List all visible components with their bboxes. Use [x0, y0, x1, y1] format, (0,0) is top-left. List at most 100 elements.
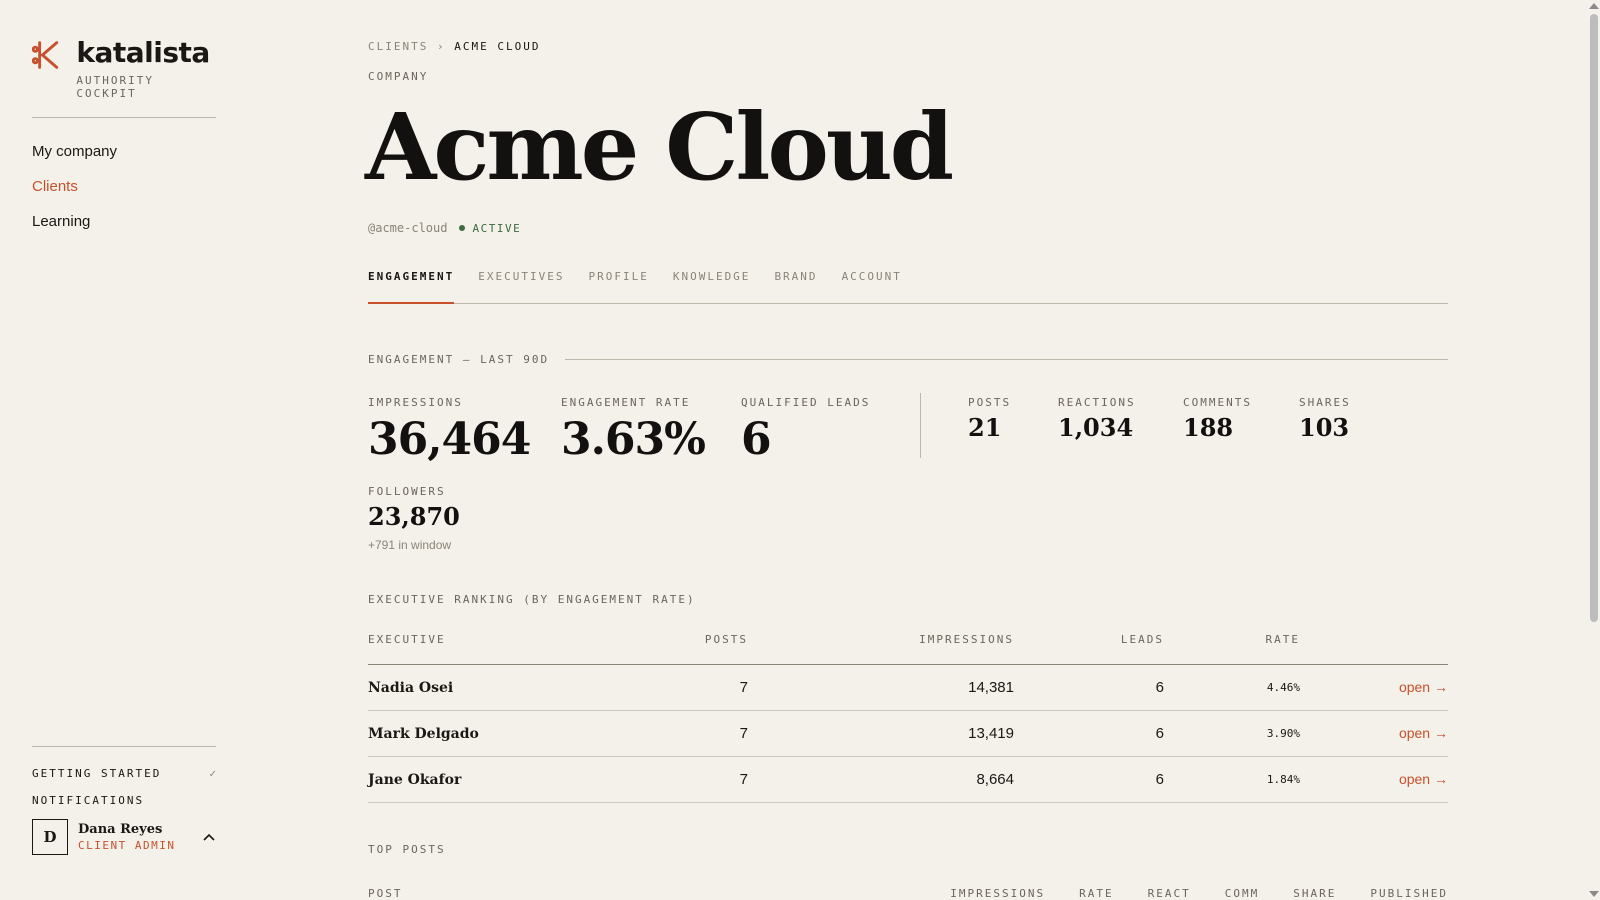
- column-header-rate[interactable]: RATE: [1164, 633, 1300, 646]
- avatar: D: [32, 819, 68, 855]
- tab-account[interactable]: ACCOUNT: [842, 270, 902, 304]
- stat-value: 36,464: [368, 414, 531, 465]
- brand-tagline: AUTHORITY COCKPIT: [76, 74, 154, 100]
- executive-ranking-table: EXECUTIVE POSTS IMPRESSIONS LEADS RATE N…: [368, 633, 1448, 803]
- sidebar: katalista AUTHORITY COCKPIT My company C…: [32, 0, 216, 900]
- tab-knowledge[interactable]: KNOWLEDGE: [673, 270, 751, 304]
- cell-rate: 3.90%: [1266, 727, 1300, 740]
- engagement-heading: ENGAGEMENT — LAST 90D: [368, 353, 550, 366]
- sidebar-nav: My company Clients Learning: [32, 142, 117, 247]
- company-eyebrow: COMPANY: [368, 70, 429, 83]
- scroll-down-icon[interactable]: [1589, 891, 1599, 897]
- stat-shares: SHARES 103: [1299, 396, 1351, 443]
- cell-impressions: 14,381: [968, 679, 1014, 696]
- column-header-posts[interactable]: POSTS: [628, 633, 748, 646]
- user-name: Dana Reyes: [78, 822, 163, 837]
- engagement-section-heading: ENGAGEMENT — LAST 90D: [368, 353, 1448, 366]
- sidebar-bottom: GETTING STARTED ✓ NOTIFICATIONS D Dana R…: [32, 746, 216, 855]
- stats-divider: [920, 393, 921, 458]
- ranking-heading: EXECUTIVE RANKING (BY ENGAGEMENT RATE): [368, 593, 696, 606]
- column-header-impressions[interactable]: IMPRESSIONS: [950, 887, 1045, 900]
- sidebar-bottom-divider: [32, 746, 216, 747]
- stat-label: IMPRESSIONS: [368, 396, 463, 409]
- column-header-post[interactable]: POST: [368, 887, 916, 900]
- scrollbar-thumb[interactable]: [1590, 14, 1598, 622]
- stat-followers: FOLLOWERS 23,870 +791 in window: [368, 485, 460, 552]
- company-handle: @acme-cloud: [368, 221, 448, 235]
- column-header-rate[interactable]: RATE: [1079, 887, 1114, 900]
- stat-label: FOLLOWERS: [368, 485, 446, 498]
- table-row[interactable]: Jane Okafor 7 8,664 6 1.84% open →: [368, 757, 1448, 803]
- tab-profile[interactable]: PROFILE: [588, 270, 648, 304]
- katalista-k-logo-icon: [32, 41, 59, 69]
- user-menu[interactable]: D Dana Reyes CLIENT ADMIN: [32, 819, 216, 855]
- top-posts-table-header: POST IMPRESSIONS RATE REACT COMM SHARE P…: [368, 887, 1448, 900]
- executive-name: Mark Delgado: [368, 725, 479, 742]
- stat-qualified-leads: QUALIFIED LEADS 6: [741, 396, 870, 465]
- breadcrumb: CLIENTS › ACME CLOUD: [368, 40, 540, 53]
- getting-started-label: GETTING STARTED: [32, 767, 162, 780]
- table-row[interactable]: Nadia Osei 7 14,381 6 4.46% open →: [368, 665, 1448, 711]
- brand-name: katalista: [76, 36, 210, 69]
- user-role: CLIENT ADMIN: [78, 839, 176, 852]
- executive-name: Jane Okafor: [368, 771, 462, 788]
- notifications-label: NOTIFICATIONS: [32, 794, 145, 807]
- stat-label: SHARES: [1299, 396, 1351, 409]
- stat-label: POSTS: [968, 396, 1012, 409]
- stat-impressions: IMPRESSIONS 36,464: [368, 396, 531, 465]
- scroll-up-icon[interactable]: [1589, 3, 1599, 9]
- stat-value: 23,870: [368, 502, 460, 531]
- tab-bar: ENGAGEMENT EXECUTIVES PROFILE KNOWLEDGE …: [368, 270, 1448, 304]
- table-header: EXECUTIVE POSTS IMPRESSIONS LEADS RATE: [368, 633, 1448, 665]
- open-link[interactable]: open →: [1399, 679, 1448, 695]
- stat-engagement-rate: ENGAGEMENT RATE 3.63%: [561, 396, 706, 465]
- cell-rate: 4.46%: [1266, 681, 1300, 694]
- stat-comments: COMMENTS 188: [1183, 396, 1252, 443]
- cell-rate: 1.84%: [1266, 773, 1300, 786]
- tab-executives[interactable]: EXECUTIVES: [478, 270, 564, 304]
- cell-posts: 7: [739, 725, 748, 742]
- tab-engagement[interactable]: ENGAGEMENT: [368, 270, 455, 304]
- ranking-section-heading: EXECUTIVE RANKING (BY ENGAGEMENT RATE): [368, 593, 1448, 606]
- status-badge: ACTIVE: [472, 221, 522, 235]
- column-header-react[interactable]: REACT: [1148, 887, 1191, 900]
- breadcrumb-clients[interactable]: CLIENTS: [368, 40, 428, 53]
- sidebar-item-clients[interactable]: Clients: [32, 177, 117, 197]
- cell-impressions: 13,419: [968, 725, 1014, 742]
- table-row[interactable]: Mark Delgado 7 13,419 6 3.90% open →: [368, 711, 1448, 757]
- stat-value: 3.63%: [561, 414, 706, 465]
- notifications-link[interactable]: NOTIFICATIONS: [32, 794, 216, 807]
- column-header-impressions[interactable]: IMPRESSIONS: [748, 633, 1014, 646]
- company-meta: @acme-cloud ACTIVE: [368, 221, 521, 235]
- cell-impressions: 8,664: [976, 771, 1014, 788]
- followers-delta: +791 in window: [368, 538, 452, 552]
- cell-posts: 7: [739, 771, 748, 788]
- stat-value: 103: [1299, 413, 1350, 442]
- executive-name: Nadia Osei: [368, 679, 454, 696]
- column-header-share[interactable]: SHARE: [1293, 887, 1336, 900]
- sidebar-item-my-company[interactable]: My company: [32, 142, 117, 162]
- chevron-up-icon[interactable]: [202, 830, 216, 844]
- stat-value: 1,034: [1058, 413, 1134, 442]
- column-header-executive[interactable]: EXECUTIVE: [368, 633, 628, 646]
- stat-value: 188: [1183, 413, 1234, 442]
- stat-value: 6: [741, 414, 772, 465]
- column-header-leads[interactable]: LEADS: [1014, 633, 1164, 646]
- column-header-comm[interactable]: COMM: [1225, 887, 1260, 900]
- check-icon: ✓: [209, 767, 216, 780]
- open-link[interactable]: open →: [1399, 771, 1448, 787]
- page-scrollbar[interactable]: [1586, 0, 1600, 900]
- column-header-published[interactable]: PUBLISHED: [1370, 887, 1448, 900]
- top-posts-heading: TOP POSTS: [368, 843, 446, 856]
- sidebar-item-learning[interactable]: Learning: [32, 212, 117, 232]
- top-posts-section-heading: TOP POSTS: [368, 843, 1448, 856]
- tab-brand[interactable]: BRAND: [774, 270, 817, 304]
- getting-started-link[interactable]: GETTING STARTED ✓: [32, 767, 216, 780]
- breadcrumb-separator: ›: [436, 40, 446, 53]
- status-dot-icon: [459, 225, 466, 231]
- open-link[interactable]: open →: [1399, 725, 1448, 741]
- stat-label: QUALIFIED LEADS: [741, 396, 871, 409]
- cell-leads: 6: [1155, 679, 1164, 696]
- brand[interactable]: katalista AUTHORITY COCKPIT: [32, 36, 216, 100]
- sidebar-divider: [32, 117, 216, 118]
